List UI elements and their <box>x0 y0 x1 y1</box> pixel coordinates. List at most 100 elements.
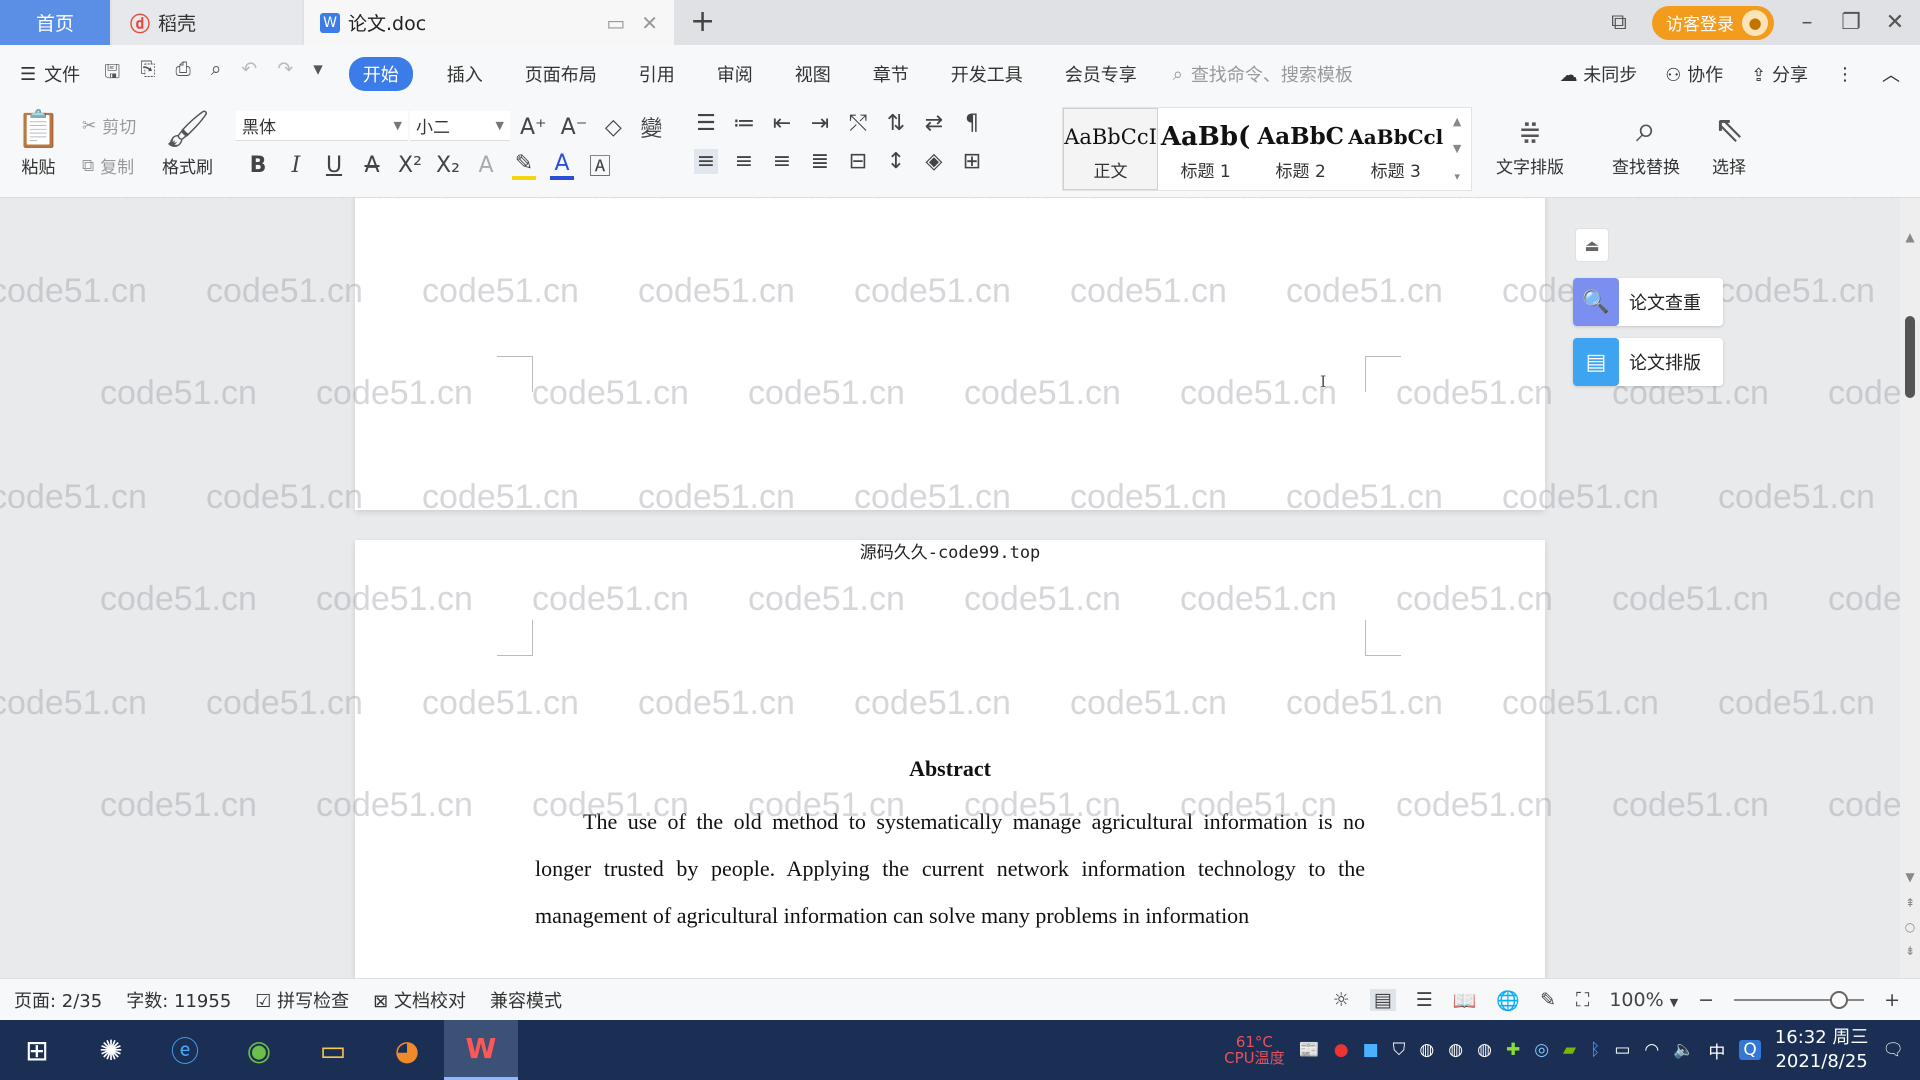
tray-app-icon[interactable]: ◎ <box>1534 1040 1549 1060</box>
internet-explorer-icon[interactable]: ⓔ <box>148 1020 222 1080</box>
style-heading-2[interactable]: AaBbC 标题 2 <box>1253 108 1348 190</box>
vertical-scrollbar[interactable]: ▲ ▼ ⇞ ○ ⇟ <box>1900 198 1920 978</box>
font-size-select[interactable]: 小二 ▼ <box>410 111 510 141</box>
tab-home[interactable]: 首页 <box>0 0 110 45</box>
fit-page-icon[interactable]: ⛶ <box>1576 989 1589 1011</box>
tab-document[interactable]: W 论文.doc ▭ ✕ <box>304 0 674 45</box>
justify-icon[interactable]: ≣ <box>808 149 832 174</box>
document-page[interactable]: 源码久久-code99.top Abstract The use of the … <box>355 540 1545 978</box>
spell-check-button[interactable]: ☑ 拼写检查 <box>255 987 349 1013</box>
style-heading-3[interactable]: AaBbCcl 标题 3 <box>1348 108 1443 190</box>
show-marks-icon[interactable]: ¶ <box>960 111 984 136</box>
text-effect-icon[interactable]: A <box>474 153 498 178</box>
browse-object-icon[interactable]: ○ <box>1903 920 1917 934</box>
output-icon[interactable]: ⎘ <box>140 58 155 90</box>
line-spacing-icon[interactable]: ↕ <box>884 149 908 174</box>
menu-review[interactable]: 审阅 <box>717 61 753 87</box>
restore-icon[interactable]: ❐ <box>1840 10 1862 35</box>
document-page[interactable]: I <box>355 198 1545 510</box>
command-search[interactable]: ⌕ 查找命令、搜索模板 <box>1173 61 1353 87</box>
menu-section[interactable]: 章节 <box>873 61 909 87</box>
app-pinwheel-icon[interactable]: ✺ <box>74 1020 148 1080</box>
page-indicator[interactable]: 页面: 2/35 <box>14 987 102 1013</box>
shading-icon[interactable]: ◈ <box>922 149 946 174</box>
select-button[interactable]: ⇖ 选择 <box>1712 107 1746 178</box>
redo-icon[interactable]: ↷ <box>277 58 293 90</box>
zoom-slider-knob[interactable] <box>1830 991 1849 1009</box>
menu-home[interactable]: 开始 <box>348 57 413 91</box>
save-icon[interactable]: 🖫 <box>104 58 120 90</box>
distribute-icon[interactable]: ⊟ <box>846 149 870 174</box>
menu-developer[interactable]: 开发工具 <box>951 61 1023 87</box>
align-center-icon[interactable]: ≡ <box>732 149 756 174</box>
reading-view-icon[interactable]: 📖 <box>1453 989 1477 1012</box>
wps-writer-taskbar-icon[interactable]: W <box>444 1020 518 1080</box>
undo-icon[interactable]: ↶ <box>241 58 257 90</box>
italic-icon[interactable]: I <box>284 153 308 178</box>
scroll-down-icon[interactable]: ▼ <box>1903 870 1917 884</box>
side-panel-collapse[interactable]: ⏏ <box>1575 228 1609 262</box>
text-layout-button[interactable]: ⩷ 文字排版 <box>1496 107 1564 178</box>
tab-docer[interactable]: ⓓ 稻壳 <box>112 0 302 45</box>
nvidia-icon[interactable]: ▰ <box>1563 1040 1576 1060</box>
decrease-indent-icon[interactable]: ⇤ <box>770 111 794 136</box>
newspaper-icon[interactable]: 📰 <box>1299 1040 1320 1060</box>
close-tab-icon[interactable]: ✕ <box>641 11 658 35</box>
collab-button[interactable]: ⚇ 协作 <box>1665 61 1723 87</box>
bold-icon[interactable]: B <box>246 153 270 178</box>
word-count[interactable]: 字数: 11955 <box>126 987 231 1013</box>
minimize-icon[interactable]: – <box>1796 10 1818 35</box>
menu-page-layout[interactable]: 页面布局 <box>525 61 597 87</box>
borders-icon[interactable]: ⊞ <box>960 149 984 174</box>
close-window-icon[interactable]: ✕ <box>1884 10 1906 35</box>
align-right-icon[interactable]: ≡ <box>770 149 794 174</box>
zoom-level[interactable]: 100% ▼ <box>1609 989 1678 1011</box>
highlight-icon[interactable]: ✎ <box>512 151 536 180</box>
print-icon[interactable]: ⎙ <box>176 58 191 90</box>
sort-icon[interactable]: ⇅ <box>884 111 908 136</box>
float-window-icon[interactable]: ▭ <box>606 11 625 35</box>
increase-indent-icon[interactable]: ⇥ <box>808 111 832 136</box>
tray-app-icon[interactable]: ■ <box>1363 1040 1379 1060</box>
phonetic-icon[interactable]: 變 <box>639 111 663 143</box>
paste-button[interactable]: 📋 粘贴 <box>16 107 61 178</box>
qq-icon[interactable]: ◍ <box>1477 1040 1492 1060</box>
write-view-icon[interactable]: ✎ <box>1540 989 1556 1011</box>
font-name-select[interactable]: 黑体 ▼ <box>236 111 408 141</box>
bluetooth-icon[interactable]: ᛒ <box>1590 1040 1600 1060</box>
web-view-icon[interactable]: 🌐 <box>1496 989 1520 1012</box>
browser-360-icon[interactable]: ◉ <box>222 1020 296 1080</box>
cut-button[interactable]: ✂ 剪切 <box>82 113 136 139</box>
style-normal[interactable]: AaBbCcI 正文 <box>1063 108 1159 190</box>
qq-icon[interactable]: ◍ <box>1419 1040 1434 1060</box>
zoom-slider[interactable] <box>1734 991 1865 1009</box>
zoom-out-icon[interactable]: − <box>1698 989 1714 1011</box>
char-border-icon[interactable]: 🄰 <box>588 149 612 181</box>
format-painter-button[interactable]: 🖌 格式刷 <box>162 107 213 178</box>
font-color-icon[interactable]: A <box>550 151 574 180</box>
copy-button[interactable]: ⧉ 复制 <box>82 153 134 179</box>
workspace-icon[interactable]: ⧉ <box>1608 10 1630 35</box>
new-tab-button[interactable]: + <box>690 4 715 39</box>
menu-references[interactable]: 引用 <box>639 61 675 87</box>
notification-icon[interactable]: 🗨 <box>1882 1040 1904 1060</box>
find-replace-button[interactable]: ⌕ 查找替换 <box>1612 107 1680 178</box>
clock[interactable]: 16:32 周三 2021/8/25 <box>1775 1026 1869 1074</box>
visitor-login-button[interactable]: 访客登录 ● <box>1652 5 1774 40</box>
menu-member[interactable]: 会员专享 <box>1065 61 1137 87</box>
battery-icon[interactable]: ▭ <box>1614 1040 1630 1060</box>
shield-icon[interactable]: ⛉ <box>1393 1040 1406 1060</box>
file-menu[interactable]: ☰ 文件 <box>20 61 80 87</box>
menu-view[interactable]: 视图 <box>795 61 831 87</box>
chinese-layout-icon[interactable]: ⤲ <box>846 111 870 136</box>
subscript-icon[interactable]: X₂ <box>436 153 460 178</box>
scrollbar-thumb[interactable] <box>1905 316 1915 398</box>
underline-icon[interactable]: U <box>322 153 346 178</box>
zoom-in-icon[interactable]: + <box>1884 989 1900 1011</box>
file-explorer-icon[interactable]: ▭ <box>296 1020 370 1080</box>
windows-start-icon[interactable]: ⊞ <box>0 1020 74 1080</box>
numbered-list-icon[interactable]: ≔ <box>732 111 756 136</box>
style-scroll[interactable]: ▲ ▼ ▾ <box>1443 108 1471 190</box>
search-tray-icon[interactable]: Q <box>1739 1040 1761 1060</box>
game-app-icon[interactable]: ◕ <box>370 1020 444 1080</box>
